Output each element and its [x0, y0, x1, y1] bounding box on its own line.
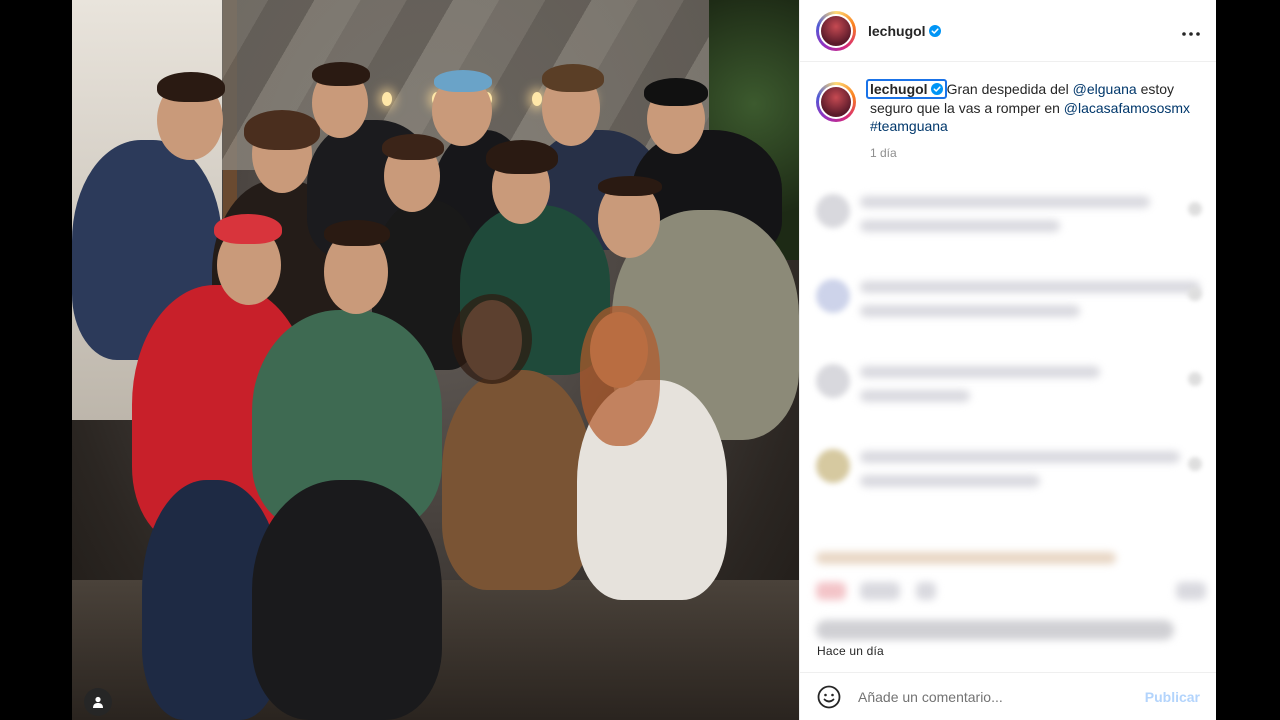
post-caption: lechugol Gran despedida del @elguana esto… [800, 62, 1216, 162]
heart-icon[interactable] [1188, 202, 1202, 216]
comments-list [816, 190, 1206, 530]
likes-count [816, 620, 1174, 640]
caption-avatar[interactable] [816, 82, 856, 122]
comment-input[interactable] [858, 688, 1145, 705]
avatar[interactable] [816, 10, 856, 51]
heart-icon[interactable] [1188, 457, 1202, 471]
hashtag-link[interactable]: #teamguana [870, 118, 948, 134]
post-sidebar: lechugol lechugol Gran despedida del @elg… [799, 0, 1216, 720]
comment-item [816, 190, 1206, 275]
post-actions [816, 552, 1206, 612]
more-horizontal-icon [1182, 32, 1200, 36]
comment-item [816, 445, 1206, 530]
heart-icon[interactable] [1188, 287, 1202, 301]
caption-text: Gran despedida del [946, 81, 1073, 97]
publish-button[interactable]: Publicar [1145, 689, 1200, 705]
post-username[interactable]: lechugol [868, 23, 926, 39]
emoji-icon [817, 685, 841, 708]
caption-username[interactable]: lechugol [866, 79, 947, 99]
caption-timestamp: 1 día [870, 145, 897, 160]
verified-badge-icon [928, 24, 941, 37]
mention-link[interactable]: @lacasafamososmx [1064, 100, 1190, 116]
user-icon [93, 696, 103, 708]
photo-person [442, 370, 592, 590]
verified-badge-icon [930, 83, 943, 95]
post-header: lechugol [800, 0, 1216, 62]
post-time-ago: Hace un día [817, 644, 884, 658]
mention-link[interactable]: @elguana [1073, 81, 1137, 97]
emoji-button[interactable] [816, 684, 842, 710]
more-options-button[interactable] [1182, 19, 1200, 42]
add-comment-bar: Publicar [800, 672, 1216, 720]
comment-item [816, 275, 1206, 360]
photo-person [252, 480, 442, 720]
post-photo[interactable] [72, 0, 799, 720]
comment-item [816, 360, 1206, 445]
heart-icon[interactable] [1188, 372, 1202, 386]
tagged-users-button[interactable] [84, 688, 112, 716]
